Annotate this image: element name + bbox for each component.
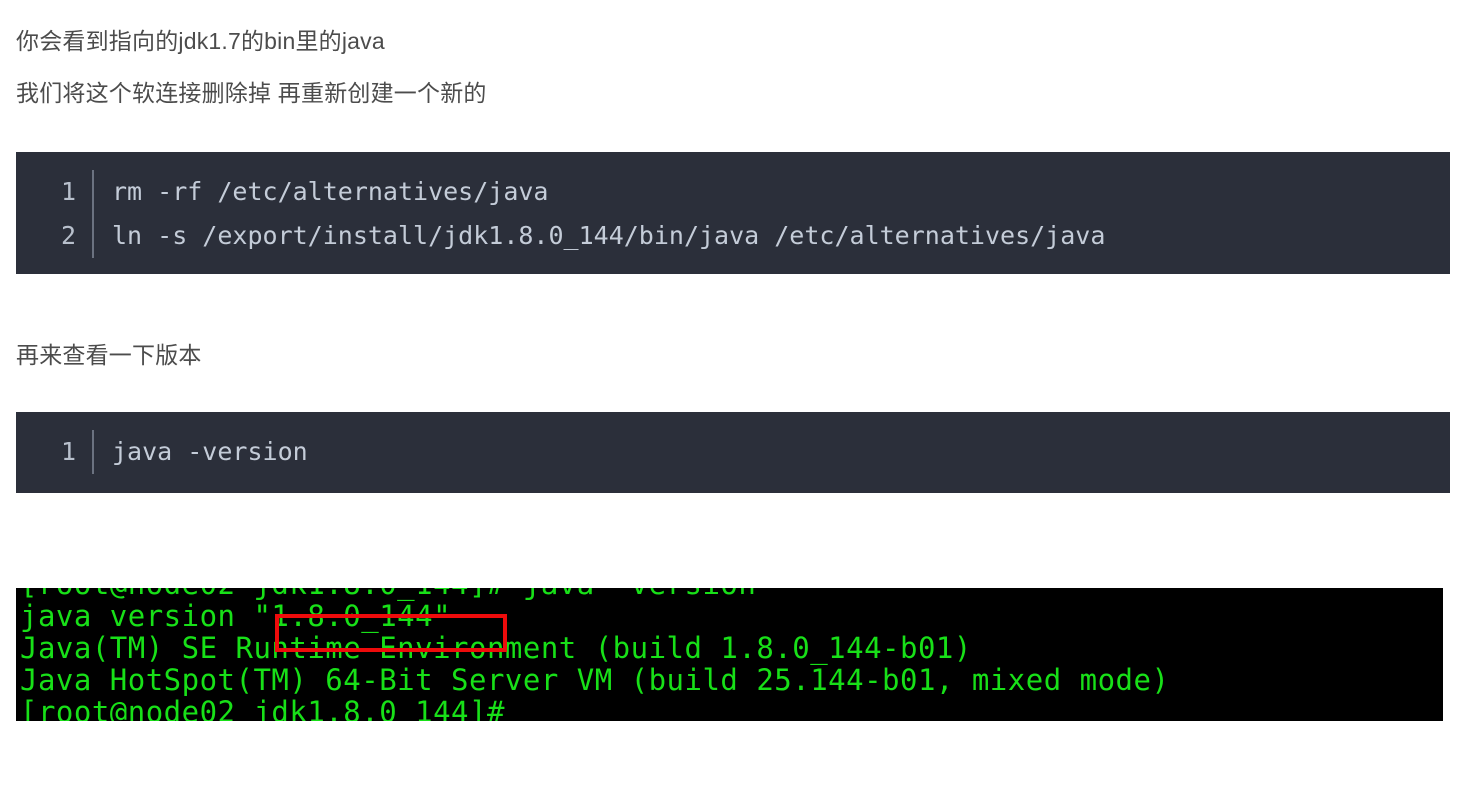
code-text[interactable]: ln -s /export/install/jdk1.8.0_144/bin/j…: [94, 214, 1105, 258]
code-line: 1 java -version: [16, 430, 1450, 474]
code-line: 1 rm -rf /etc/alternatives/java: [16, 170, 1450, 214]
paragraph-recreate-symlink-note: 我们将这个软连接删除掉 再重新创建一个新的: [16, 80, 487, 106]
terminal-line-java-version: java version "1.8.0_144": [20, 599, 452, 633]
terminal-line-runtime-environment: Java(TM) SE Runtime Environment (build 1…: [20, 631, 972, 665]
code-text[interactable]: rm -rf /etc/alternatives/java: [94, 170, 549, 214]
terminal-line-hotspot-vm: Java HotSpot(TM) 64-Bit Server VM (build…: [20, 663, 1170, 697]
code-line: 2 ln -s /export/install/jdk1.8.0_144/bin…: [16, 214, 1450, 258]
code-text[interactable]: java -version: [94, 430, 308, 474]
code-block-java-version-command: 1 java -version: [16, 412, 1450, 493]
paragraph-check-version-note: 再来查看一下版本: [16, 342, 202, 368]
line-number: 1: [16, 170, 94, 214]
line-number: 2: [16, 214, 94, 258]
terminal-line-trailing-prompt: [root@node02 jdk1.8.0_144]#: [20, 695, 505, 721]
line-number: 1: [16, 430, 94, 474]
code-block-symlink-commands: 1 rm -rf /etc/alternatives/java 2 ln -s …: [16, 152, 1450, 274]
terminal-output-screenshot: [root@node02 jdk1.8.0_144]# java -versio…: [16, 588, 1443, 721]
terminal-lines: [root@node02 jdk1.8.0_144]# java -versio…: [16, 588, 1443, 721]
paragraph-jdk17-note: 你会看到指向的jdk1.7的bin里的java: [16, 28, 385, 54]
